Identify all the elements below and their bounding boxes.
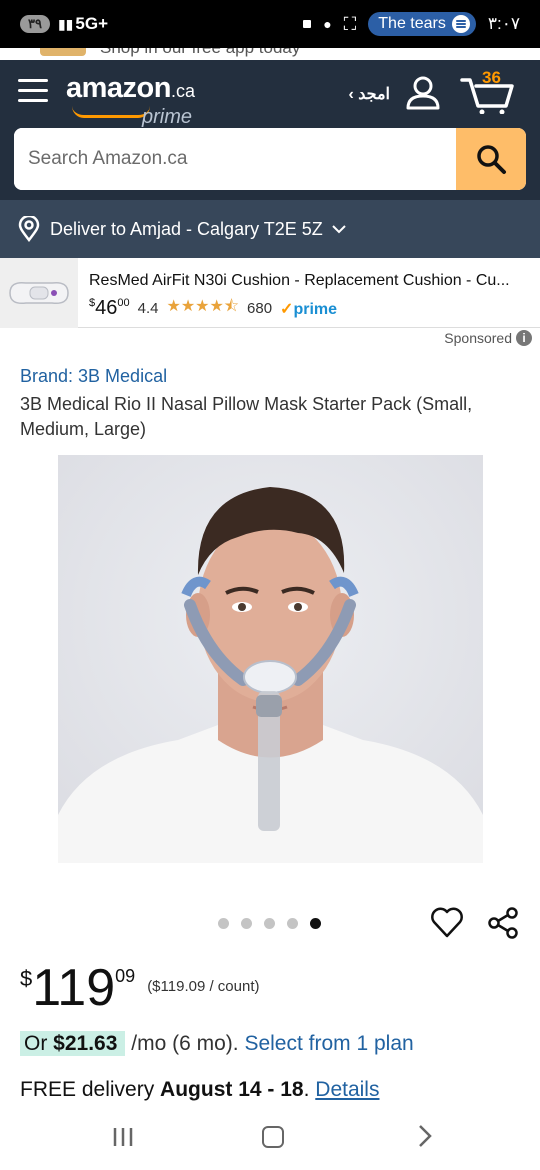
notification-icon — [303, 20, 312, 28]
status-bar: ٣٩ ▮▮ 5G+ ● ⛶ The tears ٣:٠٧ — [0, 0, 540, 48]
cart-count-badge: 36 — [482, 68, 501, 87]
sponsored-product-title: ResMed AirFit N30i Cushion - Replacement… — [89, 272, 510, 289]
menu-icon[interactable] — [18, 76, 48, 104]
deliver-to-text: Deliver to Amjad - Calgary T2E 5Z — [50, 218, 323, 239]
unit-price: ($119.09 / count) — [147, 978, 260, 995]
recent-apps-icon[interactable] — [112, 1126, 134, 1148]
info-icon: i — [516, 330, 532, 346]
amazon-logo[interactable]: amazon.ca prime — [66, 72, 195, 128]
promo-badge-icon — [40, 48, 86, 56]
product-image[interactable] — [58, 455, 483, 863]
carousel-dot[interactable] — [264, 918, 275, 929]
sponsored-text: Sponsored — [444, 330, 512, 346]
carousel-dot[interactable] — [287, 918, 298, 929]
cushion-image-icon — [9, 281, 69, 305]
price-symbol: $ — [20, 966, 33, 991]
logo-word: amazon — [66, 72, 171, 104]
sponsored-product-thumbnail — [0, 258, 78, 328]
product-price: $ 119 09 ($119.09 / count) — [20, 958, 259, 1018]
spotify-icon — [451, 15, 470, 33]
clock: ٣:٠٧ — [487, 14, 520, 33]
cart-button[interactable]: 36 — [460, 68, 516, 114]
media-title: The tears — [378, 15, 446, 32]
screen-record-icon: ● — [323, 16, 332, 32]
monthly-terms: /mo (6 mo). — [131, 1032, 239, 1055]
carousel-dot-active[interactable] — [310, 918, 321, 929]
sponsored-product-rating: 4.4 — [137, 300, 159, 317]
screenshot-icon: ⛶ — [343, 13, 357, 34]
network-label: 5G+ — [75, 14, 108, 33]
app-promo-banner[interactable]: Shop in our free app today — [0, 48, 540, 60]
delivery-info: FREE delivery August 14 - 18. Details — [20, 1078, 380, 1101]
select-plan-link[interactable]: Select from 1 plan — [244, 1032, 413, 1055]
prime-badge: ✓prime — [280, 300, 338, 318]
search-icon — [477, 145, 506, 174]
heart-icon[interactable] — [430, 906, 464, 940]
brand-link[interactable]: Brand: 3B Medical — [20, 366, 167, 387]
back-icon[interactable] — [414, 1124, 436, 1148]
sponsored-label[interactable]: Sponsored i — [444, 330, 532, 346]
delivery-prefix: FREE delivery — [20, 1078, 155, 1101]
sponsored-product-price: $4600 — [89, 297, 130, 319]
carousel-dot[interactable] — [218, 918, 229, 929]
deliver-to-bar[interactable]: Deliver to Amjad - Calgary T2E 5Z — [0, 200, 540, 258]
search-button[interactable] — [456, 128, 526, 190]
logo-prime: prime — [142, 106, 193, 128]
account-icon[interactable] — [404, 74, 442, 110]
prime-check-icon: ✓ — [280, 300, 294, 318]
chevron-down-icon — [332, 225, 346, 234]
system-navigation-bar — [0, 1110, 540, 1170]
monthly-payment-pill: Or $21.63 — [20, 1031, 126, 1056]
promo-text: Shop in our free app today — [100, 48, 300, 58]
price-whole: 119 — [32, 959, 116, 1017]
sponsored-product-review-count: 680 — [247, 300, 273, 317]
logo-smile-icon — [72, 106, 150, 118]
star-rating-icon: ★★★★⯪ — [166, 298, 240, 315]
signal-icon: ▮▮ — [57, 15, 74, 32]
product-photo — [58, 455, 483, 863]
battery-indicator: ٣٩ — [20, 15, 50, 33]
delivery-dates: August 14 - 18 — [160, 1078, 304, 1101]
price-fraction: 09 — [115, 966, 136, 986]
media-playback-chip[interactable]: The tears — [368, 12, 476, 36]
sponsored-product-card[interactable]: ResMed AirFit N30i Cushion - Replacement… — [0, 258, 540, 328]
image-carousel-dots — [218, 918, 321, 929]
delivery-details-link[interactable]: Details — [315, 1078, 379, 1101]
product-title: 3B Medical Rio II Nasal Pillow Mask Star… — [20, 394, 473, 439]
search-bar — [14, 128, 526, 190]
home-icon[interactable] — [262, 1126, 284, 1148]
monthly-payment-row: Or $21.63 /mo (6 mo). Select from 1 plan — [20, 1031, 414, 1056]
share-icon[interactable] — [486, 906, 520, 940]
search-input[interactable] — [14, 128, 456, 190]
location-pin-icon — [18, 216, 40, 242]
logo-tld: .ca — [170, 81, 195, 101]
carousel-dot[interactable] — [241, 918, 252, 929]
account-name[interactable]: ‹ امجد — [348, 84, 390, 104]
